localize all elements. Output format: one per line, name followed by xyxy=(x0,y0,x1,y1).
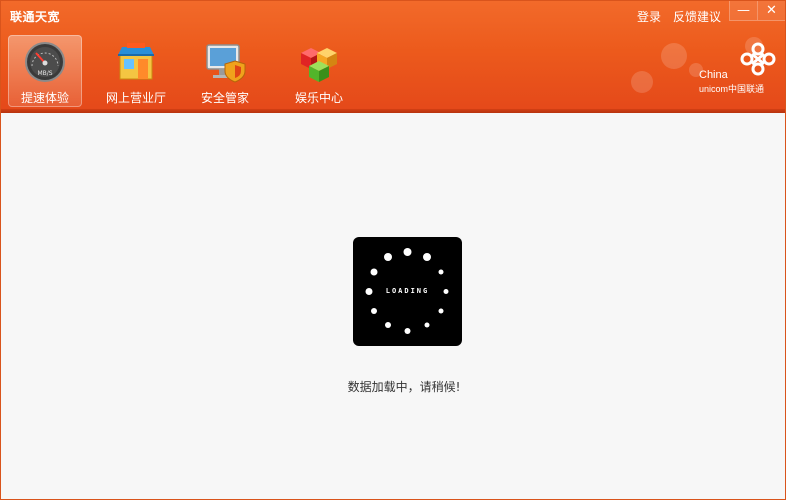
loading-label: LOADING xyxy=(385,287,430,295)
login-link[interactable]: 登录 xyxy=(637,8,661,25)
nav-entertainment-label: 娱乐中心 xyxy=(294,91,343,105)
close-button[interactable]: ✕ xyxy=(757,1,785,21)
brand-line-2: unicom中国联通 xyxy=(699,84,765,94)
app-window: 联通天宽 登录 反馈建议 — ✕ MB/S 提速体验 网上营业厅 安全管家 娱乐… xyxy=(0,0,786,500)
cubes-icon xyxy=(301,48,337,82)
main-content: LOADING 数据加载中，请稍候! xyxy=(2,113,784,499)
app-title: 联通天宽 xyxy=(10,10,61,24)
store-icon xyxy=(118,43,154,80)
nav-speed-test-label: 提速体验 xyxy=(20,91,69,105)
nav-security[interactable]: 安全管家 xyxy=(188,35,262,107)
nav-speed-test[interactable]: MB/S 提速体验 xyxy=(8,35,82,107)
brand-line-1: China xyxy=(699,69,728,81)
nav-security-label: 安全管家 xyxy=(200,91,249,105)
speedometer-icon: MB/S xyxy=(25,42,65,82)
unicom-knot-icon xyxy=(740,42,776,76)
gauge-unit-label: MB/S xyxy=(37,70,52,77)
feedback-link[interactable]: 反馈建议 xyxy=(673,8,721,25)
loading-message: 数据加载中，请稍候! xyxy=(347,380,461,394)
nav-online-hall-label: 网上营业厅 xyxy=(105,91,166,105)
header-bar: 联通天宽 登录 反馈建议 — ✕ MB/S 提速体验 网上营业厅 安全管家 娱乐… xyxy=(1,1,785,113)
loading-spinner: LOADING xyxy=(353,237,462,346)
monitor-shield-icon xyxy=(206,44,246,83)
china-unicom-logo: China unicom中国联通 xyxy=(697,41,783,97)
nav-online-hall[interactable]: 网上营业厅 xyxy=(99,35,173,107)
minimize-button[interactable]: — xyxy=(729,1,757,21)
nav-entertainment[interactable]: 娱乐中心 xyxy=(282,35,356,107)
